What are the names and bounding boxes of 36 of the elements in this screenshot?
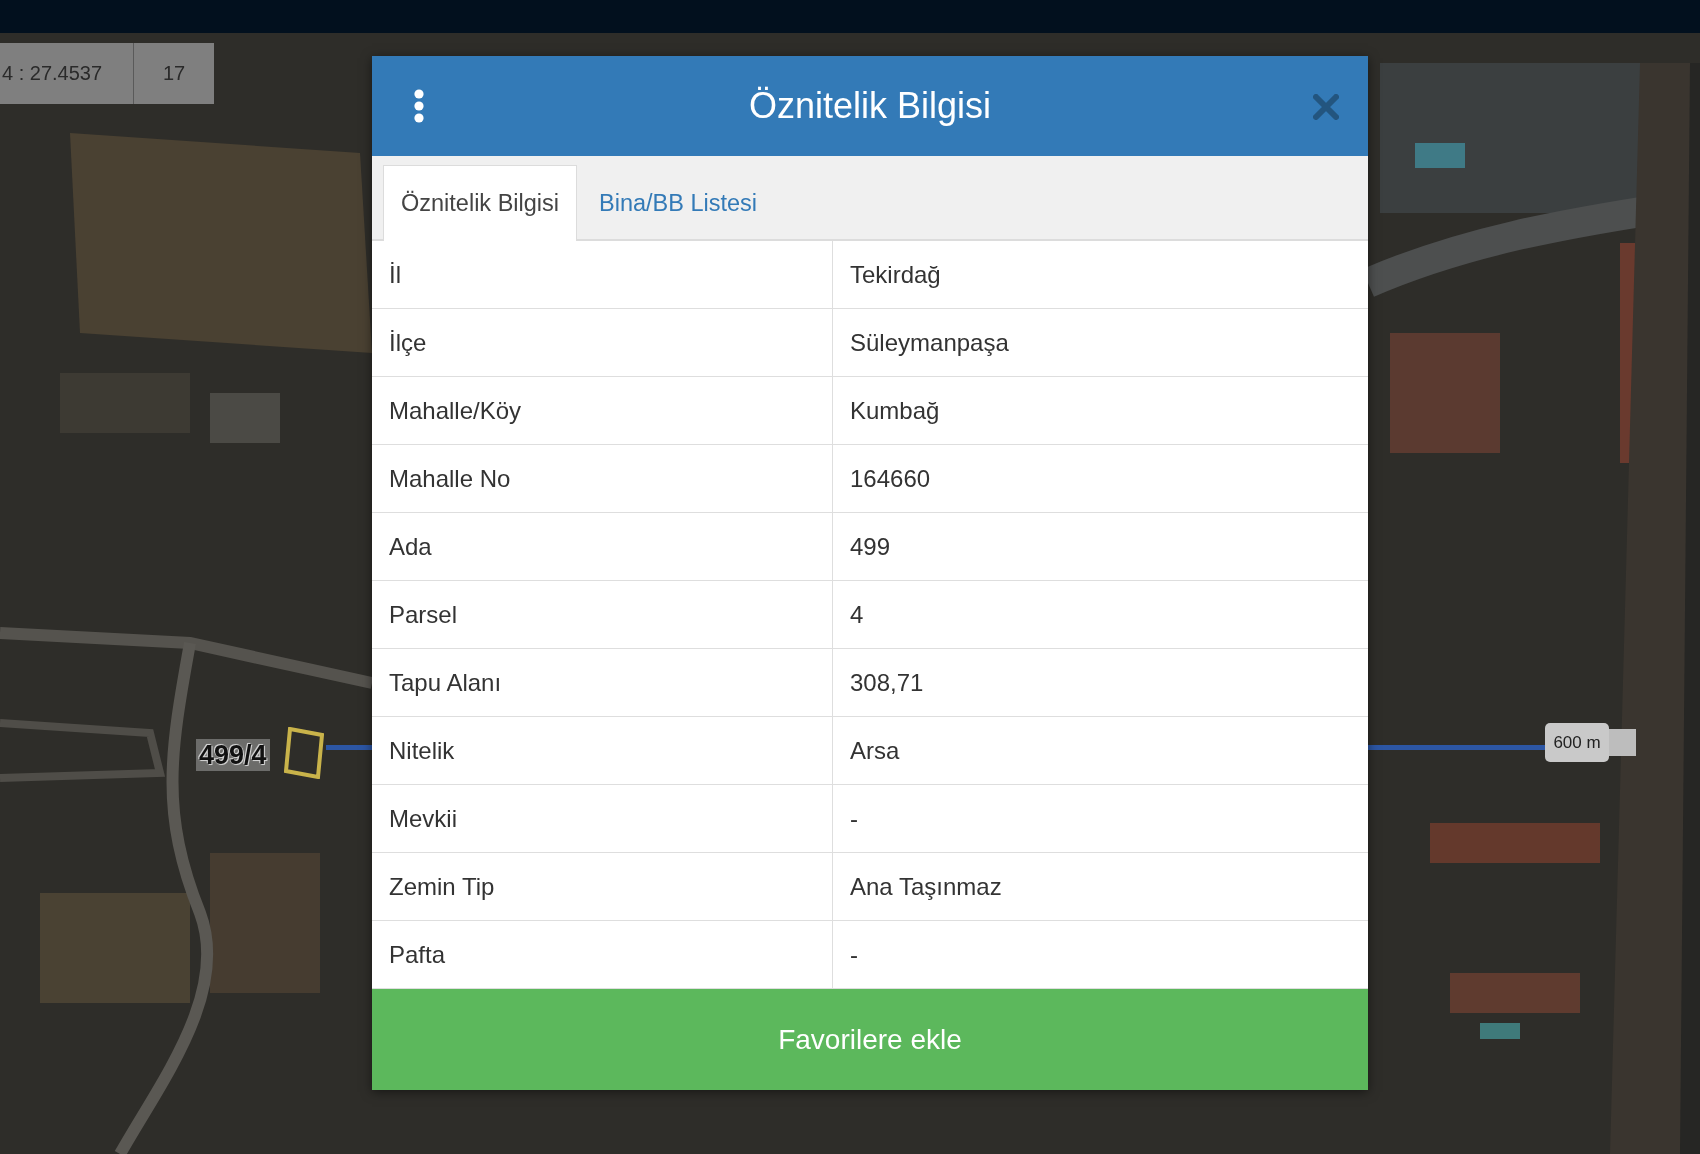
attribute-value: 164660 <box>849 463 932 494</box>
close-icon <box>1313 94 1339 120</box>
measure-handle[interactable] <box>1609 729 1636 756</box>
close-button[interactable] <box>1312 93 1340 121</box>
attribute-label: Zemin Tip <box>372 853 833 920</box>
attribute-label: İlçe <box>372 309 833 376</box>
parcel-outline-icon <box>284 727 324 779</box>
tab[interactable]: Bina/BB Listesi <box>581 165 776 241</box>
attribute-label: Mevkii <box>372 785 833 852</box>
attribute-label: Tapu Alanı <box>372 649 833 716</box>
attribute-label: Pafta <box>372 921 833 988</box>
attribute-label: Nitelik <box>372 717 833 784</box>
attribute-value: Tekirdağ <box>849 259 942 290</box>
attribute-value: Süleymanpaşa <box>849 327 1010 358</box>
attribute-value: - <box>849 939 859 970</box>
zoom-level: 17 <box>161 61 187 86</box>
attribute-value: - <box>849 803 859 834</box>
attribute-label: İl <box>372 241 833 308</box>
dialog-title: Öznitelik Bilgisi <box>748 85 992 127</box>
attribute-value: Arsa <box>849 735 901 766</box>
attribute-value: 499 <box>849 531 892 562</box>
attribute-label: Mahalle/Köy <box>372 377 833 444</box>
add-favorites-button[interactable]: Favorilere ekle <box>372 989 1368 1090</box>
tab[interactable]: Öznitelik Bilgisi <box>383 165 578 241</box>
coordinate-text: 4 : 27.4537 <box>0 43 134 104</box>
parcel-label: 499/4 <box>196 739 270 771</box>
attribute-value: Ana Taşınmaz <box>849 871 1003 902</box>
attribute-label: Mahalle No <box>372 445 833 512</box>
attribute-value: 4 <box>849 599 865 630</box>
attribute-value: Kumbağ <box>849 395 941 426</box>
attribute-label: Ada <box>372 513 833 580</box>
measure-label: 600 m <box>1545 723 1609 762</box>
attribute-label: Parsel <box>372 581 833 648</box>
attribute-value: 308,71 <box>849 667 925 698</box>
kebab-menu-icon <box>414 89 424 123</box>
more-menu-button[interactable] <box>412 88 426 124</box>
